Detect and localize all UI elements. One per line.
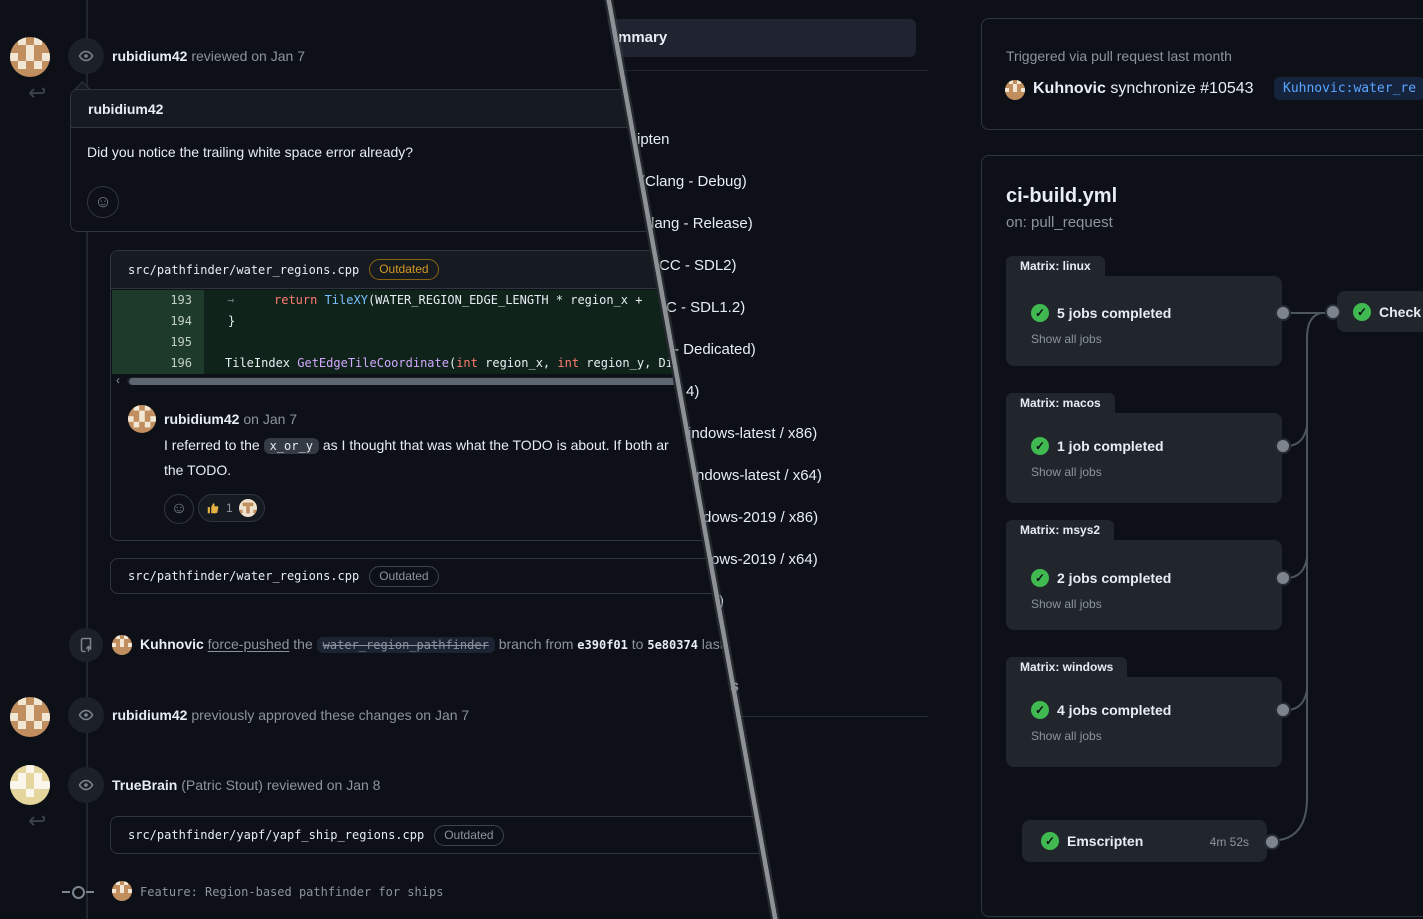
matrix-card-macos[interactable]: ✓ 1 job completed Show all jobs (1006, 413, 1282, 503)
review-meta: reviewed on Jan 7 (187, 48, 305, 64)
matrix-card-linux[interactable]: ✓ 5 jobs completed Show all jobs (1006, 276, 1282, 366)
outdated-badge: Outdated (369, 259, 438, 280)
jobs-status: 2 jobs completed (1057, 569, 1171, 587)
show-all-jobs-link[interactable]: Show all jobs (1031, 729, 1102, 743)
graph-dot (1275, 702, 1291, 718)
matrix-tab: Matrix: windows (1006, 657, 1127, 678)
force-push-icon (69, 628, 103, 662)
show-all-jobs-link[interactable]: Show all jobs (1031, 465, 1102, 479)
graph-dot (1275, 305, 1291, 321)
whitespace-arrow: → (227, 290, 234, 311)
diff-line-number: 196 (112, 353, 204, 374)
jobs-status: 4 jobs completed (1057, 701, 1171, 719)
commit-sha-link[interactable]: 5e80374 (647, 638, 698, 652)
success-check-icon: ✓ (1041, 832, 1059, 850)
job-duration: 4m 52s (1210, 835, 1249, 849)
graph-dot (1264, 834, 1280, 850)
commit-icon (62, 891, 70, 893)
reactor-avatar[interactable] (239, 499, 257, 517)
matrix-card-msys2[interactable]: ✓ 2 jobs completed Show all jobs (1006, 540, 1282, 630)
diff-code: } (228, 311, 235, 332)
eye-icon (68, 767, 104, 803)
diff-line-number: 195 (112, 332, 204, 353)
approved-event: rubidium42 previously approved these cha… (112, 707, 469, 723)
success-check-icon: ✓ (1031, 569, 1049, 587)
branch-chip: water_region_pathfinder (317, 637, 495, 653)
review-author-link[interactable]: rubidium42 (112, 707, 187, 723)
success-check-icon: ✓ (1031, 304, 1049, 322)
diff-code: TileIndex GetEdgeTileCoordinate(int regi… (225, 353, 673, 374)
commit-message-link[interactable]: Feature: Region-based pathfinder for shi… (140, 885, 443, 899)
outdated-badge: Outdated (369, 566, 438, 587)
add-reaction-button[interactable]: ☺ (164, 494, 194, 524)
reaction-count: 1 (226, 501, 233, 515)
graph-dot (1275, 438, 1291, 454)
review-event: rubidium42 reviewed on Jan 7 (112, 48, 305, 64)
comment-author-link[interactable]: rubidium42 (164, 411, 239, 427)
show-all-jobs-link[interactable]: Show all jobs (1031, 597, 1102, 611)
avatar[interactable] (10, 37, 50, 77)
outdated-badge: Outdated (434, 825, 503, 846)
eye-icon (68, 697, 104, 733)
job-node-emscripten[interactable]: ✓ Emscripten 4m 52s (1022, 820, 1267, 862)
matrix-tab: Matrix: macos (1006, 393, 1115, 414)
matrix-tab: Matrix: linux (1006, 256, 1105, 277)
eye-icon (68, 38, 104, 74)
force-push-event: Kuhnovic force-pushed the water_region_p… (140, 636, 724, 652)
job-node-check[interactable]: ✓ Check An (1337, 291, 1423, 332)
force-pushed-link[interactable]: force-pushed (208, 636, 290, 652)
jobs-status: 1 job completed (1057, 437, 1164, 455)
graph-dot (1325, 304, 1341, 320)
reply-arrow-icon: ↩ (28, 82, 46, 104)
comment-date: on Jan 7 (239, 411, 297, 427)
file-path-link[interactable]: src/pathfinder/yapf/yapf_ship_regions.cp… (128, 828, 424, 842)
diff-line-number: 193 (112, 290, 204, 311)
comment-body: Did you notice the trailing white space … (87, 144, 413, 160)
avatar[interactable] (10, 697, 50, 737)
avatar[interactable] (112, 635, 132, 655)
success-check-icon: ✓ (1031, 437, 1049, 455)
diff-code: return TileXY(WATER_REGION_EDGE_LENGTH *… (274, 290, 650, 311)
file-path-link[interactable]: src/pathfinder/water_regions.cpp (128, 569, 359, 583)
scroll-left-icon[interactable]: ‹ (116, 373, 120, 387)
graph-dot (1275, 570, 1291, 586)
review-event: TrueBrain (Patric Stout) reviewed on Jan… (112, 777, 380, 793)
jobs-status: 5 jobs completed (1057, 304, 1171, 322)
avatar[interactable] (112, 881, 132, 901)
inline-code-chip: x_or_y (264, 438, 319, 454)
thumbs-up-icon (206, 501, 220, 515)
avatar[interactable] (128, 405, 156, 433)
success-check-icon: ✓ (1031, 701, 1049, 719)
success-check-icon: ✓ (1353, 303, 1371, 321)
matrix-card-windows[interactable]: ✓ 4 jobs completed Show all jobs (1006, 677, 1282, 767)
thread-comment-line2: the TODO. (164, 462, 231, 478)
job-name: Check An (1379, 303, 1423, 321)
diff-line-number: 194 (112, 311, 204, 332)
add-reaction-button[interactable]: ☺ (87, 186, 119, 218)
commit-sha-link[interactable]: e390f01 (577, 638, 628, 652)
review-author-link[interactable]: TrueBrain (112, 777, 177, 793)
thumbs-up-reaction-pill[interactable]: 1 (198, 494, 265, 522)
thread-comment-line1: I referred to the x_or_y as I thought th… (164, 437, 669, 453)
thread-comment-header: rubidium42 on Jan 7 (164, 411, 297, 427)
screenshot-stage: rubidium42 reviewed on Jan 7 ↩ rubidium4… (0, 0, 1423, 919)
reply-arrow-icon: ↩ (28, 810, 46, 832)
comment-author-link[interactable]: rubidium42 (88, 101, 163, 117)
review-author-link[interactable]: rubidium42 (112, 48, 187, 64)
file-path-link[interactable]: src/pathfinder/water_regions.cpp (128, 263, 359, 277)
commit-icon (72, 886, 85, 899)
job-name: Emscripten (1067, 832, 1143, 850)
show-all-jobs-link[interactable]: Show all jobs (1031, 332, 1102, 346)
matrix-tab: Matrix: msys2 (1006, 520, 1114, 541)
commit-icon (86, 891, 94, 893)
avatar[interactable] (10, 765, 50, 805)
actor-link[interactable]: Kuhnovic (140, 636, 204, 652)
